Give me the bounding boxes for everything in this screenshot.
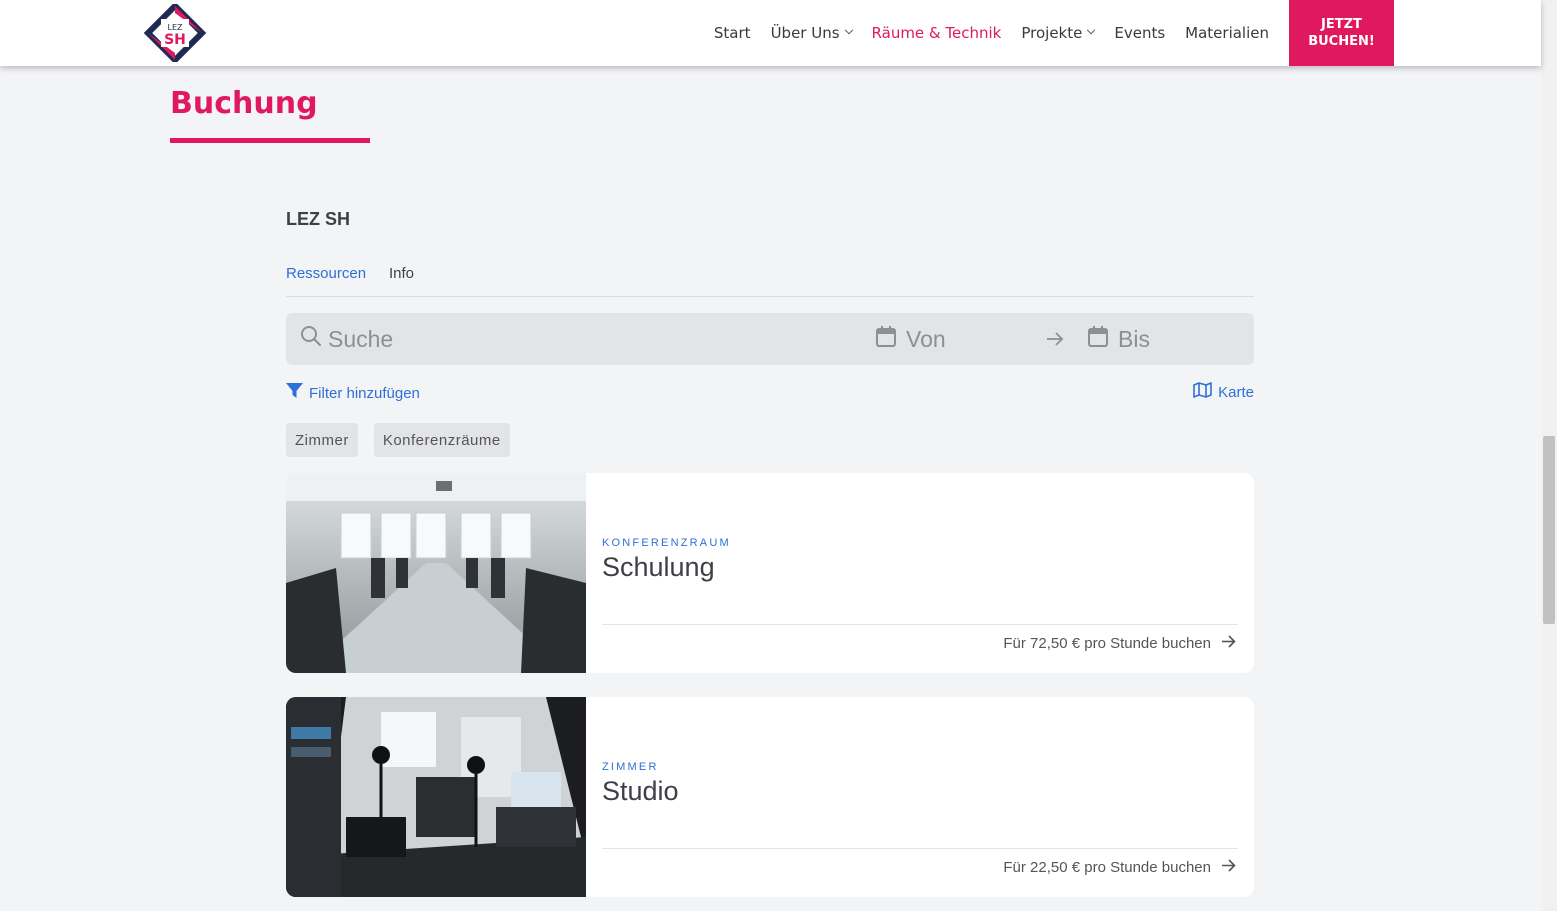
resource-card-schulung[interactable]: KONFERENZRAUM Schulung Für 72,50 € pro S…	[286, 473, 1254, 673]
map-label: Karte	[1218, 383, 1254, 401]
card-divider	[602, 624, 1238, 625]
arrow-right-icon	[1221, 859, 1236, 876]
price-text: Für 22,50 € pro Stunde buchen	[1003, 859, 1211, 876]
resource-title: Schulung	[602, 552, 715, 582]
nav-item-materialien[interactable]: Materialien	[1185, 24, 1269, 42]
to-date-input[interactable]: Bis	[1088, 313, 1150, 365]
search-bar: Suche Von Bis	[286, 313, 1254, 365]
nav-item-events[interactable]: Events	[1114, 24, 1165, 42]
scrollbar-thumb[interactable]	[1543, 436, 1555, 624]
nav-item-projekte[interactable]: Projekte	[1021, 24, 1096, 42]
page-scrollbar[interactable]	[1541, 0, 1557, 911]
organization-name: LEZ SH	[286, 209, 351, 229]
book-resource-link[interactable]: Für 72,50 € pro Stunde buchen	[1003, 635, 1236, 652]
chevron-down-icon	[844, 25, 853, 35]
card-divider	[602, 848, 1238, 849]
cta-line1: JETZT	[1321, 17, 1362, 32]
arrow-right-icon	[1046, 313, 1064, 365]
chevron-down-icon	[1087, 25, 1096, 35]
calendar-icon	[1088, 325, 1108, 353]
nav-item-raeume-technik[interactable]: Räume & Technik	[872, 24, 1002, 42]
resource-type: KONFERENZRAUM	[602, 537, 731, 549]
nav-label: Materialien	[1185, 24, 1269, 42]
add-filter-button[interactable]: Filter hinzufügen	[286, 383, 420, 403]
chip-konferenzraeume[interactable]: Konferenzräume	[373, 423, 510, 457]
resource-image-studio	[286, 697, 586, 897]
cta-line2: BUCHEN!	[1308, 34, 1375, 49]
book-resource-link[interactable]: Für 22,50 € pro Stunde buchen	[1003, 859, 1236, 876]
logo-text-bottom: SH	[164, 32, 186, 48]
arrow-right-icon	[1221, 635, 1236, 652]
from-date-input[interactable]: Von	[876, 313, 946, 365]
tab-ressourcen[interactable]: Ressourcen	[286, 265, 366, 282]
search-icon	[300, 325, 322, 353]
site-header: LEZ SH Start Über Uns Räume & Technik Pr…	[0, 0, 1541, 66]
filter-icon	[286, 383, 303, 403]
nav-label: Start	[713, 24, 751, 42]
nav-label: Räume & Technik	[871, 24, 1002, 42]
category-chips: Zimmer Konferenzräume	[286, 423, 510, 457]
to-placeholder: Bis	[1118, 325, 1150, 352]
map-icon	[1193, 382, 1212, 402]
nav-label: Events	[1114, 24, 1166, 42]
calendar-icon	[876, 325, 896, 353]
resource-type: ZIMMER	[602, 761, 659, 773]
nav-item-ueber-uns[interactable]: Über Uns	[770, 24, 853, 42]
resource-card-studio[interactable]: ZIMMER Studio Für 22,50 € pro Stunde buc…	[286, 697, 1254, 897]
resource-title: Studio	[602, 776, 679, 806]
filter-label: Filter hinzufügen	[309, 384, 420, 402]
from-placeholder: Von	[906, 325, 946, 352]
search-placeholder: Suche	[328, 325, 394, 352]
book-now-button[interactable]: JETZT BUCHEN!	[1289, 0, 1394, 66]
nav-label: Projekte	[1021, 24, 1083, 42]
resource-image-conference-room	[286, 473, 586, 673]
chip-zimmer[interactable]: Zimmer	[286, 423, 358, 457]
nav-label: Über Uns	[770, 24, 840, 42]
tab-info[interactable]: Info	[389, 265, 414, 282]
price-text: Für 72,50 € pro Stunde buchen	[1003, 635, 1211, 652]
logo-text-top: LEZ	[168, 23, 184, 32]
page-title: Buchung	[170, 86, 318, 121]
site-logo[interactable]: LEZ SH	[143, 1, 207, 65]
title-underline	[170, 138, 370, 143]
map-button[interactable]: Karte	[1193, 382, 1254, 402]
search-input[interactable]: Suche	[300, 313, 393, 365]
booking-tabs: Ressourcen Info	[286, 265, 1254, 297]
nav-item-start[interactable]: Start	[714, 24, 751, 42]
main-nav: Start Über Uns Räume & Technik Projekte …	[714, 0, 1269, 66]
